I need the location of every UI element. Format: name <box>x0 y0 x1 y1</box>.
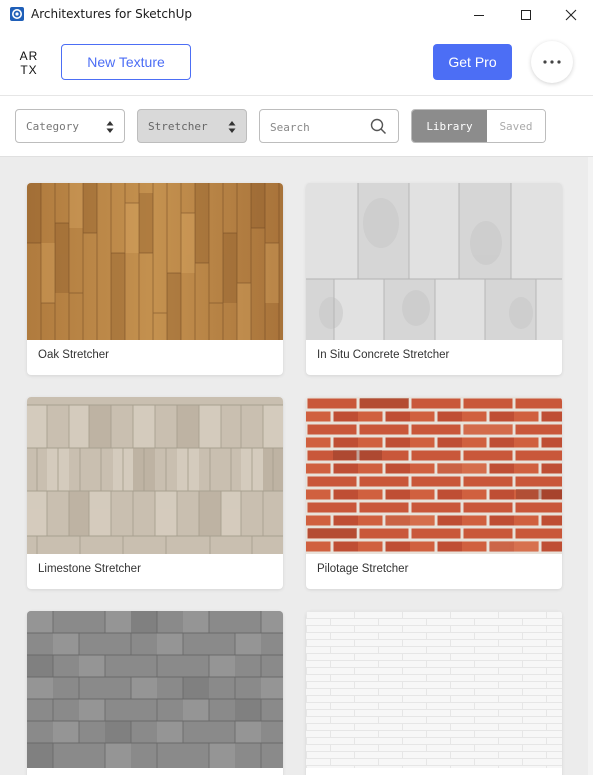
minimize-button[interactable] <box>456 0 502 30</box>
bond-pattern-select[interactable]: Stretcher <box>137 109 247 143</box>
category-select[interactable]: Category <box>15 109 125 143</box>
bond-pattern-select-label: Stretcher <box>148 119 208 133</box>
texture-card[interactable]: Limestone Stretcher <box>27 397 283 589</box>
texture-thumbnail-white-brick <box>306 611 562 768</box>
sort-arrows-icon <box>228 121 236 133</box>
close-button[interactable] <box>548 0 593 30</box>
search-icon[interactable] <box>370 118 387 135</box>
window-title: Architextures for SketchUp <box>31 7 192 21</box>
sort-arrows-icon <box>106 121 114 133</box>
minimize-icon <box>474 15 484 16</box>
svg-text:AR: AR <box>20 49 39 63</box>
texture-thumbnail-grey-stone <box>27 611 283 768</box>
library-tab[interactable]: Library <box>412 110 487 142</box>
window-titlebar: Architextures for SketchUp <box>0 0 593 30</box>
ellipsis-icon <box>543 60 561 64</box>
close-icon <box>565 9 577 21</box>
new-texture-button[interactable]: New Texture <box>61 44 191 80</box>
texture-card[interactable] <box>27 611 283 775</box>
texture-card[interactable]: In Situ Concrete Stretcher <box>306 183 562 375</box>
texture-thumbnail-limestone <box>27 397 283 554</box>
maximize-button[interactable] <box>503 0 549 30</box>
library-saved-toggle: Library Saved <box>411 109 546 143</box>
texture-thumbnail-oak <box>27 183 283 340</box>
more-options-button[interactable] <box>531 41 573 83</box>
texture-card-title: Oak Stretcher <box>38 349 109 361</box>
svg-text:TX: TX <box>20 63 37 76</box>
category-select-label: Category <box>26 119 79 133</box>
texture-card[interactable] <box>306 611 562 775</box>
get-pro-button[interactable]: Get Pro <box>433 44 512 80</box>
texture-card-title: Pilotage Stretcher <box>317 563 409 575</box>
app-header: AR TX New Texture Get Pro <box>0 30 593 96</box>
search-input[interactable] <box>270 119 365 135</box>
texture-thumbnail-red-brick <box>306 397 562 554</box>
texture-card-title: Limestone Stretcher <box>38 563 141 575</box>
texture-card-title: In Situ Concrete Stretcher <box>317 349 450 361</box>
filter-bar: Category Stretcher Library Saved <box>0 96 593 157</box>
texture-thumbnail-concrete <box>306 183 562 340</box>
search-box[interactable] <box>259 109 399 143</box>
maximize-icon <box>521 10 531 20</box>
scrollbar[interactable] <box>588 157 593 775</box>
texture-card[interactable]: Pilotage Stretcher <box>306 397 562 589</box>
sketchup-app-icon <box>10 7 24 21</box>
texture-card[interactable]: Oak Stretcher <box>27 183 283 375</box>
artx-logo[interactable]: AR TX <box>16 48 42 76</box>
texture-grid: Oak Stretcher In Situ Concrete Stretcher <box>0 157 593 775</box>
saved-tab[interactable]: Saved <box>487 110 545 142</box>
